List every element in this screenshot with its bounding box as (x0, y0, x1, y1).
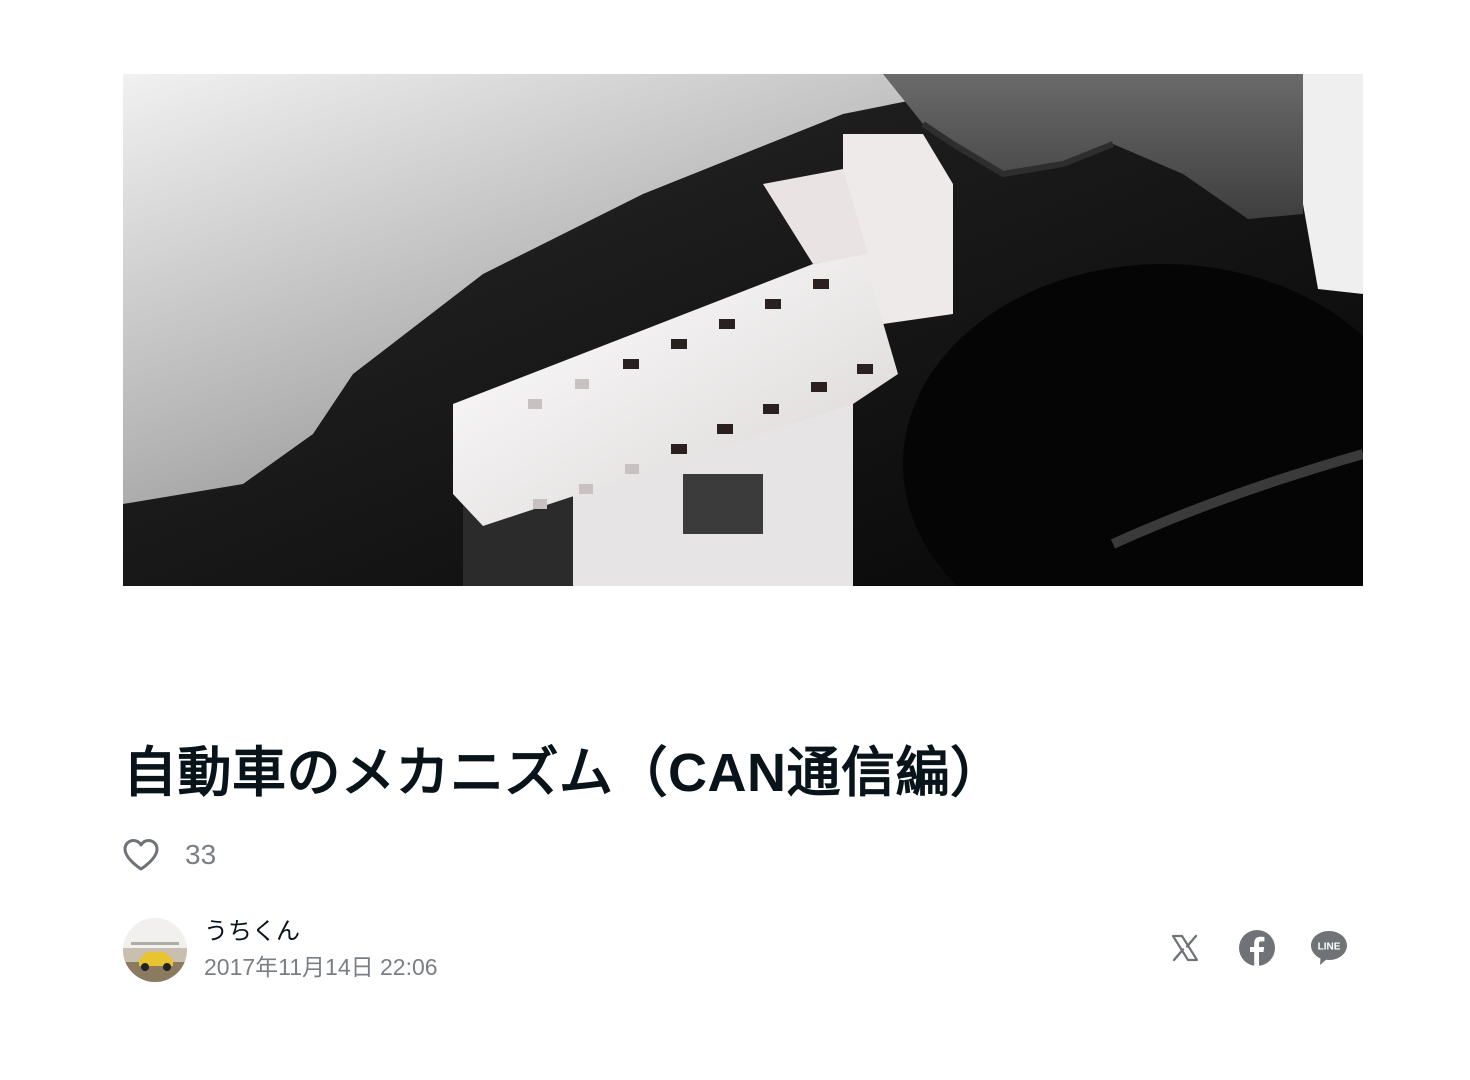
share-facebook-button[interactable] (1237, 928, 1277, 968)
line-icon: LINE (1311, 931, 1347, 965)
heart-icon (123, 839, 159, 871)
post-date: 2017年11月14日 22:06 (204, 954, 438, 980)
avatar[interactable] (123, 918, 187, 982)
avatar-image (123, 918, 187, 982)
share-x-button[interactable] (1165, 928, 1205, 968)
facebook-icon (1239, 930, 1275, 966)
share-line-button[interactable]: LINE (1309, 928, 1349, 968)
like-count[interactable]: 33 (185, 839, 216, 871)
author-name[interactable]: うちくん (204, 916, 438, 948)
line-label: LINE (1318, 942, 1341, 953)
hero-image (123, 74, 1363, 586)
like-row: 33 (123, 834, 216, 876)
share-buttons: LINE (1165, 928, 1349, 968)
article-title: 自動車のメカニズム（CAN通信編） (123, 743, 1005, 803)
author-meta: うちくん 2017年11月14日 22:06 (204, 916, 438, 984)
author-row: うちくん 2017年11月14日 22:06 LINE (123, 916, 1363, 984)
like-button[interactable] (121, 835, 161, 875)
obd-connector-photo (123, 74, 1363, 586)
article-page: 自動車のメカニズム（CAN通信編） 33 うちくん 2017年11月14日 22… (0, 0, 1470, 1080)
x-icon (1171, 934, 1199, 962)
